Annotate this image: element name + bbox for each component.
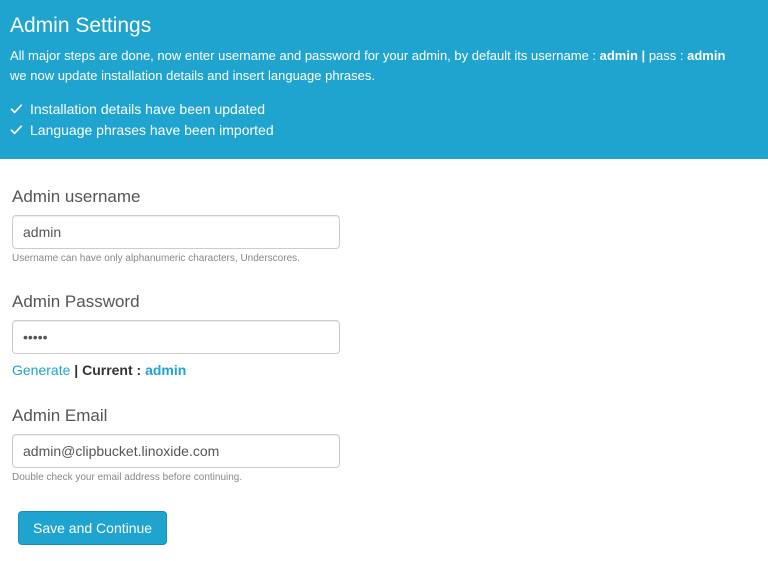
- password-label: Admin Password: [12, 292, 756, 312]
- password-group: Admin Password Generate | Current : admi…: [12, 292, 756, 378]
- username-label: Admin username: [12, 187, 756, 207]
- desc-line2: we now update installation details and i…: [10, 68, 375, 83]
- status-installation: Installation details have been updated: [10, 99, 758, 120]
- username-help: Username can have only alphanumeric char…: [12, 253, 756, 264]
- generate-password-link[interactable]: Generate: [12, 362, 70, 378]
- current-label: Current :: [82, 362, 145, 378]
- form-area: Admin username Username can have only al…: [0, 159, 768, 561]
- status-text: Installation details have been updated: [30, 99, 265, 120]
- username-group: Admin username Username can have only al…: [12, 187, 756, 264]
- email-input[interactable]: [12, 434, 340, 468]
- status-text: Language phrases have been imported: [30, 120, 274, 141]
- status-language: Language phrases have been imported: [10, 120, 758, 141]
- email-help: Double check your email address before c…: [12, 472, 756, 483]
- check-icon: [10, 124, 24, 138]
- current-password-value: admin: [145, 362, 186, 378]
- default-username: admin: [600, 48, 638, 63]
- desc-pass-label: pass :: [649, 48, 687, 63]
- header-description: All major steps are done, now enter user…: [10, 46, 758, 85]
- desc-text: All major steps are done, now enter user…: [10, 48, 600, 63]
- username-input[interactable]: [12, 215, 340, 249]
- default-password: admin: [687, 48, 725, 63]
- pw-sep: |: [70, 362, 82, 378]
- save-continue-button[interactable]: Save and Continue: [18, 511, 167, 545]
- email-label: Admin Email: [12, 406, 756, 426]
- page-title: Admin Settings: [10, 14, 758, 38]
- check-icon: [10, 103, 24, 117]
- desc-separator: |: [638, 48, 649, 63]
- password-meta: Generate | Current : admin: [12, 362, 756, 378]
- email-group: Admin Email Double check your email addr…: [12, 406, 756, 483]
- header-banner: Admin Settings All major steps are done,…: [0, 0, 768, 159]
- password-input[interactable]: [12, 320, 340, 354]
